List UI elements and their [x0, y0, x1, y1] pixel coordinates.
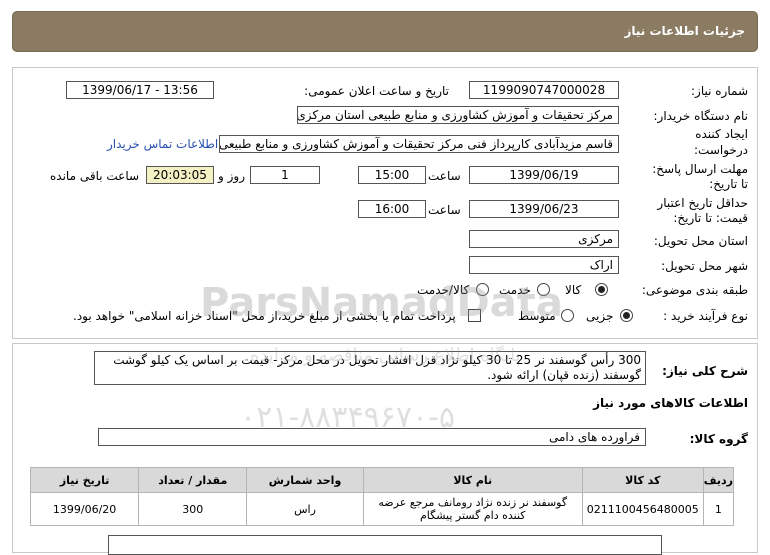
cell-row-number: 1	[702, 492, 735, 526]
cell-quantity: 300	[138, 492, 248, 526]
cell-item-code: 0211100456480005	[581, 492, 704, 526]
col-need-date: تاریخ نیاز	[29, 467, 140, 493]
deadline-time-field: 15:00	[358, 166, 426, 184]
remaining-time-field: 20:03:05	[146, 166, 214, 184]
province-field: مرکزی	[469, 230, 619, 248]
category-goods-label: کالا	[565, 283, 582, 297]
validity-label-1: حداقل تاریخ اعتبار	[657, 196, 748, 210]
days-label: روز و	[218, 169, 245, 183]
bottom-field	[108, 535, 662, 555]
need-number-field: 1199090747000028	[469, 81, 619, 99]
col-row-number: ردیف	[702, 467, 735, 493]
need-number-label: شماره نیاز:	[691, 84, 748, 98]
watermark-phone: ۰۲۱-۸۸۳۴۹۶۷۰-۵	[240, 400, 456, 435]
cell-unit: راس	[246, 492, 364, 526]
city-field: اراک	[469, 256, 619, 274]
creator-field: قاسم مزیدآبادی کارپرداز فنی مرکز تحقیقات…	[219, 135, 619, 153]
cell-need-date: 1399/06/20	[29, 492, 140, 526]
col-quantity: مقدار / تعداد	[138, 467, 248, 493]
page-title: جزئیات اطلاعات نیاز	[624, 24, 745, 38]
category-label: طبقه بندی موضوعی:	[641, 283, 748, 297]
process-medium-radio[interactable]	[561, 309, 574, 322]
deadline-label-1: مهلت ارسال پاسخ:	[652, 162, 748, 176]
watermark-tagline: پایگاه اطلاع رسانی مناقصه و مزایده	[250, 345, 521, 366]
goods-group-label: گروه کالا:	[689, 432, 748, 446]
remaining-label: ساعت باقی مانده	[50, 169, 140, 183]
deadline-time-label: ساعت	[428, 169, 461, 183]
description-label: شرح کلی نیاز:	[662, 364, 748, 378]
col-item-name: نام کالا	[362, 467, 583, 493]
page-header: جزئیات اطلاعات نیاز	[12, 11, 758, 52]
goods-table: ردیف کد کالا نام کالا واحد شمارش مقدار /…	[29, 467, 735, 526]
process-label: نوع فرآیند خرید :	[663, 309, 748, 323]
contact-buyer-link[interactable]: اطلاعات تماس خریدار	[107, 137, 218, 151]
cell-item-name: گوسفند نر زنده نژاد رومانف مرجع عرضه کنن…	[362, 492, 583, 526]
table-row: 1 0211100456480005 گوسفند نر زنده نژاد ر…	[29, 492, 735, 526]
validity-time-label: ساعت	[428, 203, 461, 217]
validity-date-field: 1399/06/23	[469, 200, 619, 218]
validity-label-2: قیمت: تا تاریخ:	[673, 211, 748, 225]
buyer-field: مرکز تحقیقات و آموزش کشاورزی و منابع طبی…	[297, 106, 619, 124]
deadline-date-field: 1399/06/19	[469, 166, 619, 184]
province-label: استان محل تحویل:	[653, 234, 748, 248]
buyer-label: نام دستگاه خریدار:	[653, 109, 749, 123]
days-field: 1	[250, 166, 320, 184]
city-label: شهر محل تحویل:	[661, 259, 748, 273]
col-item-code: کد کالا	[581, 467, 704, 493]
category-goods-radio[interactable]	[595, 283, 608, 296]
announce-label: تاریخ و ساعت اعلان عمومی:	[304, 84, 449, 98]
goods-section-title: اطلاعات کالاهای مورد نیاز	[593, 396, 748, 410]
deadline-label-2: تا تاریخ:	[709, 177, 748, 191]
creator-label-2: درخواست:	[694, 143, 748, 157]
announce-field: 1399/06/17 - 13:56	[66, 81, 214, 99]
process-minor-radio[interactable]	[620, 309, 633, 322]
goods-table-header: ردیف کد کالا نام کالا واحد شمارش مقدار /…	[29, 467, 735, 493]
creator-label-1: ایجاد کننده	[695, 127, 748, 141]
process-minor-label: جزیی	[586, 309, 614, 323]
watermark-brand: ParsNamadData	[200, 280, 563, 326]
col-unit: واحد شمارش	[246, 467, 364, 493]
validity-time-field: 16:00	[358, 200, 426, 218]
